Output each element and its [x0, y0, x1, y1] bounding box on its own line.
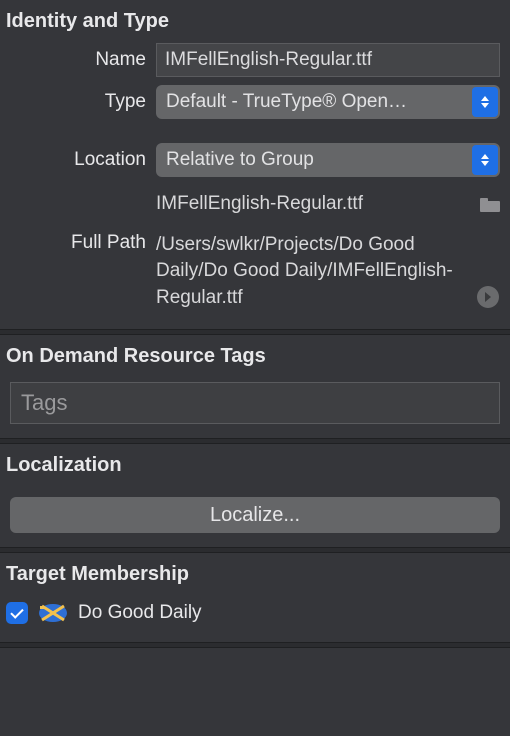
section-divider [0, 642, 510, 648]
folder-icon[interactable] [480, 198, 500, 212]
name-row: Name [0, 39, 510, 81]
name-label: Name [0, 43, 156, 71]
location-select[interactable]: Relative to Group [156, 143, 500, 177]
localization-section: Localization Localize... [0, 444, 510, 547]
target-membership-section: Target Membership Do Good Daily [0, 553, 510, 642]
check-icon [10, 605, 23, 618]
fullpath-label: Full Path [0, 226, 156, 254]
fullpath-value: /Users/swlkr/Projects/Do Good Daily/Do G… [156, 226, 462, 312]
tags-input[interactable]: Tags [10, 382, 500, 424]
app-icon [38, 602, 68, 624]
odr-header: On Demand Resource Tags [0, 335, 510, 374]
target-app-name: Do Good Daily [78, 602, 202, 624]
target-row: Do Good Daily [0, 592, 510, 628]
target-header: Target Membership [0, 553, 510, 592]
filename-row: IMFellEnglish-Regular.ttf [0, 181, 510, 222]
location-label: Location [0, 143, 156, 171]
name-input[interactable] [156, 43, 500, 77]
filename-label-empty [0, 185, 156, 191]
arrow-right-circle-icon[interactable] [476, 285, 500, 309]
type-select[interactable]: Default - TrueType® Open… [156, 85, 500, 119]
type-label: Type [0, 85, 156, 113]
odr-section: On Demand Resource Tags Tags [0, 335, 510, 438]
identity-and-type-section: Identity and Type Name Type Default - Tr… [0, 0, 510, 329]
target-checkbox[interactable] [6, 602, 28, 624]
identity-header: Identity and Type [0, 0, 510, 39]
fullpath-row: Full Path /Users/swlkr/Projects/Do Good … [0, 222, 510, 316]
tags-placeholder: Tags [21, 390, 67, 416]
localize-button[interactable]: Localize... [10, 497, 500, 533]
type-row: Type Default - TrueType® Open… [0, 81, 510, 123]
localization-header: Localization [0, 444, 510, 483]
stepper-icon[interactable] [472, 145, 498, 175]
filename-value: IMFellEnglish-Regular.ttf [156, 185, 468, 218]
stepper-icon[interactable] [472, 87, 498, 117]
location-row: Location Relative to Group [0, 139, 510, 181]
